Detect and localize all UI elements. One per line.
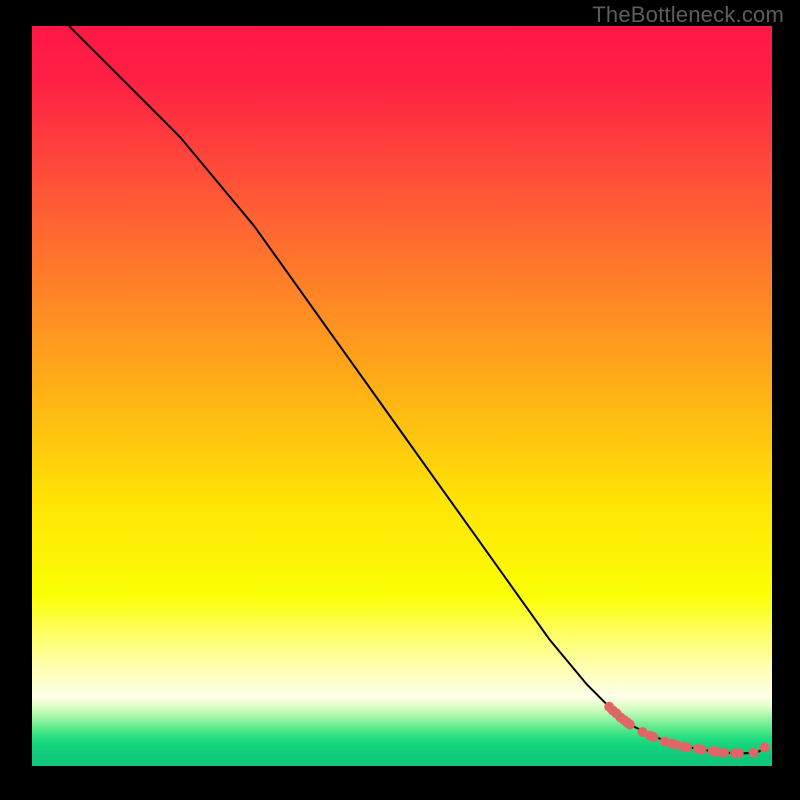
gradient-rect	[32, 26, 772, 766]
data-point	[760, 743, 770, 753]
data-point	[734, 748, 744, 758]
data-point	[749, 748, 759, 758]
data-point	[697, 745, 707, 755]
watermark-text: TheBottleneck.com	[592, 2, 784, 28]
chart-frame: TheBottleneck.com	[0, 0, 800, 800]
data-point	[682, 743, 692, 753]
plot-area	[32, 26, 772, 766]
data-point	[625, 720, 635, 730]
chart-svg	[32, 26, 772, 766]
data-point	[719, 748, 729, 758]
data-point	[649, 732, 659, 742]
